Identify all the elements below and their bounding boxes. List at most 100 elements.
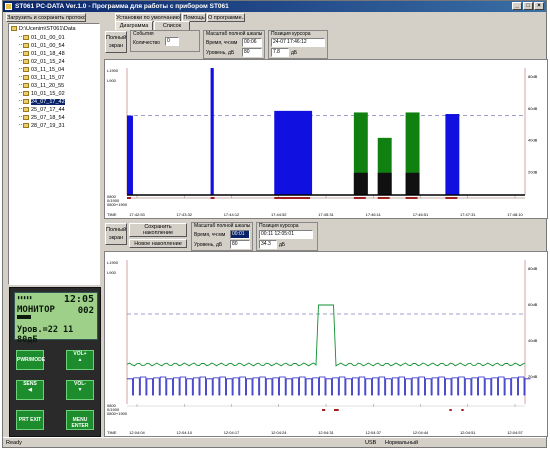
sens-button[interactable]: SENS ◀	[16, 380, 44, 400]
minimize-button[interactable]: _	[512, 2, 522, 10]
scale-title: Масштаб полной шкалы	[206, 31, 263, 37]
folder-icon	[23, 91, 29, 96]
events-group: События Количество 0	[130, 30, 200, 52]
folder-icon	[23, 35, 29, 40]
x-tick-label: 17:44:52	[271, 212, 287, 217]
tree-item[interactable]: 01_01_18_48	[19, 50, 65, 58]
menu-enter-button[interactable]: MENU ENTER	[66, 410, 94, 430]
close-button[interactable]: ×	[534, 2, 544, 10]
bottom-cursor-group: Позиция курсора 00:11 12:05:01 34.3 дБ	[256, 222, 318, 251]
time-select[interactable]: 00:06	[242, 38, 262, 47]
status-mode: Нормальный	[385, 440, 419, 446]
top-chart[interactable]: L1900 L900 0800 0/1900 0800+1900 80dB 60dB 40dB…	[104, 59, 548, 219]
tree-item[interactable]: 03_11_15_04	[19, 66, 64, 74]
tab-diagram[interactable]: Диаграмма	[115, 21, 153, 30]
x-tick-label: 12:04:24	[271, 430, 287, 435]
vol-down-button[interactable]: VOL- ▼	[66, 380, 94, 400]
folder-icon	[23, 99, 29, 104]
lcd-mode: МОНИТОР	[17, 305, 55, 315]
device-lcd: ▮▮▮▮▮ 12:05 МОНИТОР 002 Уров.=22 11 80дБ	[14, 292, 98, 345]
about-button[interactable]: О программе...	[207, 13, 245, 22]
folder-icon	[23, 123, 29, 128]
tree-item[interactable]: 24_07_17_42	[19, 98, 65, 106]
x-tick-label: 12:04:44	[413, 430, 429, 435]
tree-root[interactable]: D:\Ucenim\ST061\Data	[11, 25, 76, 33]
bottom-cursor-title: Позиция курсора	[259, 223, 299, 229]
event-marker	[333, 409, 339, 411]
cursor-group: Позиция курсора 24-07 17:46:12 7.8 дБ	[268, 30, 328, 59]
tree-item[interactable]: 01_01_00_54	[19, 42, 65, 50]
tree-item[interactable]: 10_01_15_02	[19, 90, 65, 98]
signal-bars: ▮▮▮▮▮	[17, 295, 33, 301]
bar	[405, 172, 420, 195]
tree-line	[19, 44, 22, 45]
x-tick-label: 17:43:32	[176, 212, 192, 217]
y-tick-right: 40dB	[528, 138, 538, 143]
lcd-code: 002	[77, 306, 94, 316]
pwr-mode-button[interactable]: PWR/MODE	[16, 350, 45, 370]
time-label: Время, чч:мм	[206, 40, 238, 46]
bottom-chart-svg: L1900L90008000/19000800+190080dB60dB40dB…	[107, 260, 538, 435]
status-bar: Ready USB Нормальный	[3, 437, 546, 447]
save-realtime-button[interactable]: Сохранить накопление реального времени	[129, 223, 187, 237]
new-accumulation-button[interactable]: Новое накопление	[129, 239, 187, 248]
x-tick-label: 17:48:10	[507, 212, 523, 217]
app-icon	[5, 3, 12, 10]
x-axis-prefix: TIME	[107, 212, 117, 217]
events-title: События	[133, 31, 154, 37]
tree-item[interactable]: 01_01_00_01	[19, 34, 65, 42]
tree-line	[19, 124, 22, 125]
folder-icon	[23, 83, 29, 88]
x-tick-label: 17:46:11	[366, 212, 382, 217]
bottom-time-select[interactable]: 00:01	[230, 230, 250, 239]
bar	[445, 114, 460, 195]
x-tick-label: 17:45:31	[318, 212, 334, 217]
tree-line	[19, 92, 22, 93]
bottom-level-select[interactable]: 80	[230, 240, 250, 249]
x-tick-label: 12:04:10	[176, 430, 192, 435]
maximize-button[interactable]: □	[523, 2, 533, 10]
y-tick-right: 20dB	[528, 169, 538, 174]
x-tick-label: 12:04:17	[224, 430, 240, 435]
tree-item[interactable]: 02_01_15_24	[19, 58, 65, 66]
app-window: ST061 PC-DATA Ver.1.0 - Программа для ра…	[2, 0, 548, 448]
folder-icon	[23, 75, 29, 80]
event-marker	[405, 197, 418, 199]
arrow-left-icon: ◀	[28, 387, 32, 393]
status-port: USB	[365, 440, 377, 446]
file-tree[interactable]: D:\Ucenim\ST061\Data 01_01_00_01 01_01_00…	[8, 23, 100, 285]
bar	[210, 68, 214, 195]
folder-icon	[23, 115, 29, 120]
y-tick-right: 60dB	[528, 302, 538, 307]
tab-list[interactable]: Список	[154, 21, 190, 30]
prt-exit-button[interactable]: PRT EXIT	[16, 410, 44, 430]
top-fullscreen-button[interactable]: Полный экран	[105, 31, 127, 53]
bottom-chart[interactable]: L1900 L900 0800 0/1900 0800+1900 80dB 60dB 40dB…	[104, 251, 548, 437]
level-line-blue	[127, 376, 531, 396]
tree-line	[19, 108, 22, 109]
tree-item[interactable]: 03_11_20_55	[19, 82, 64, 90]
bottom-fullscreen-button[interactable]: Полный экран	[105, 223, 127, 245]
level-label: Уровень, дБ	[206, 50, 235, 56]
folder-icon	[23, 107, 29, 112]
tree-line	[19, 116, 22, 117]
vol-up-button[interactable]: VOL+ ▲	[66, 350, 94, 370]
load-save-protocol-button[interactable]: Загрузить и сохранить протокол	[6, 13, 86, 22]
y-label-left-top: L1900	[107, 260, 119, 265]
tree-item[interactable]: 28_07_19_31	[19, 122, 65, 130]
x-tick-label: 12:04:31	[318, 430, 334, 435]
tree-item[interactable]: 25_07_18_54	[19, 114, 65, 122]
x-tick-label: 17:47:31	[460, 212, 476, 217]
arrow-up-icon: ▲	[77, 357, 83, 363]
event-marker	[322, 409, 326, 411]
tree-item[interactable]: 03_11_15_07	[19, 74, 64, 82]
bottom-time-label: Время, чч:мм	[194, 232, 226, 238]
title-bar: ST061 PC-DATA Ver.1.0 - Программа для ра…	[3, 1, 546, 12]
level-select[interactable]: 80	[242, 48, 262, 57]
y-label-left-bottom: 0800+1900	[107, 202, 128, 207]
tree-line	[19, 76, 22, 77]
x-tick-label: 17:44:12	[224, 212, 240, 217]
tree-item[interactable]: 25_07_17_44	[19, 106, 65, 114]
bottom-level-label: Уровень, дБ	[194, 242, 223, 248]
event-marker	[127, 197, 131, 199]
